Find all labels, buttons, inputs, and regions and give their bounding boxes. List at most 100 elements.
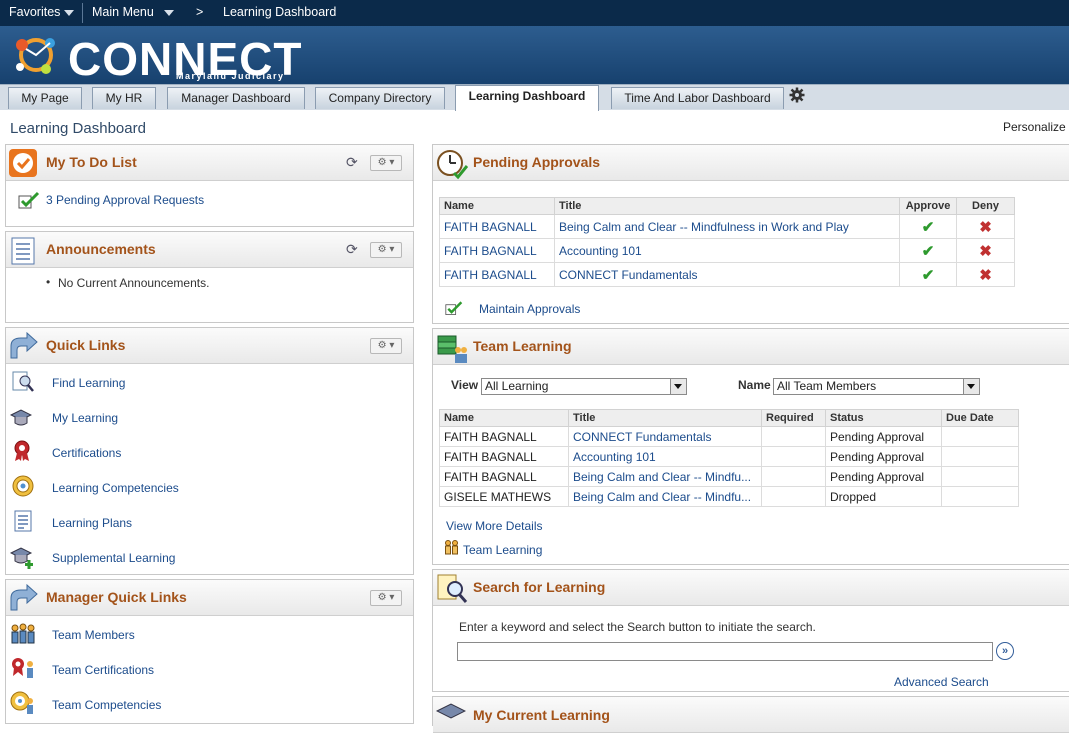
breadcrumb[interactable]: Learning Dashboard (223, 5, 336, 19)
employee-name: FAITH BAGNALL (439, 426, 569, 447)
table-row: FAITH BAGNALL Accounting 101 ✔ ✖ (439, 238, 1015, 263)
status-cell: Dropped (825, 486, 942, 507)
announcements-pagelet: Announcements ⟳ ⚙ ▾ • No Current Announc… (5, 231, 414, 323)
x-icon[interactable]: ✖ (956, 238, 1015, 263)
main-menu[interactable]: Main Menu (92, 5, 174, 19)
search-button[interactable]: » (996, 642, 1014, 660)
course-title-link[interactable]: CONNECT Fundamentals (554, 262, 900, 287)
status-cell: Pending Approval (825, 426, 942, 447)
tab-manager-dashboard[interactable]: Manager Dashboard (167, 87, 305, 109)
pagelet-options-button[interactable]: ⚙ ▾ (370, 590, 402, 606)
view-more-details-link[interactable]: View More Details (446, 519, 542, 533)
name-select[interactable]: All Team Members (773, 378, 980, 395)
pagelet-options-button[interactable]: ⚙ ▾ (370, 155, 402, 171)
search-hint-text: Enter a keyword and select the Search bu… (459, 620, 816, 634)
column-header: Name (439, 409, 569, 427)
team-competencies-link[interactable]: Team Competencies (52, 698, 161, 712)
my-learning-link[interactable]: My Learning (52, 411, 118, 425)
due-date-cell (941, 486, 1019, 507)
employee-name-link[interactable]: FAITH BAGNALL (439, 262, 555, 287)
personalize-link[interactable]: Personalize (1003, 120, 1066, 134)
table-row: GISELE MATHEWS Being Calm and Clear -- M… (439, 486, 1019, 507)
list-icon (11, 237, 35, 265)
employee-name: FAITH BAGNALL (439, 446, 569, 467)
tab-company-directory[interactable]: Company Directory (315, 87, 445, 109)
refresh-icon[interactable]: ⟳ (346, 241, 358, 258)
view-label: View (451, 378, 479, 392)
find-learning-link[interactable]: Find Learning (52, 376, 125, 390)
pagelet-title: Quick Links (46, 337, 126, 353)
tab-my-page[interactable]: My Page (8, 87, 82, 109)
required-cell (761, 426, 826, 447)
team-members-link[interactable]: Team Members (52, 628, 135, 642)
course-title-link[interactable]: Accounting 101 (568, 446, 762, 467)
search-input[interactable] (457, 642, 993, 661)
learning-competencies-link[interactable]: Learning Competencies (52, 481, 179, 495)
dropdown-arrow-icon[interactable] (670, 379, 686, 394)
view-select[interactable]: All Learning (481, 378, 687, 395)
pagelet-options-button[interactable]: ⚙ ▾ (370, 242, 402, 258)
course-title-link[interactable]: Accounting 101 (554, 238, 900, 263)
target-icon (12, 475, 34, 497)
pending-approvals-pagelet: Pending Approvals Name Title Approve Den… (432, 144, 1069, 324)
name-label: Name (738, 378, 771, 392)
checkmark-icon (445, 301, 463, 315)
column-header: Deny (956, 197, 1015, 215)
learning-plans-link[interactable]: Learning Plans (52, 516, 132, 530)
chevron-down-icon (64, 9, 75, 16)
pagelet-title: My Current Learning (473, 707, 610, 723)
refresh-icon[interactable]: ⟳ (346, 154, 358, 171)
employee-name-link[interactable]: FAITH BAGNALL (439, 214, 555, 239)
tab-my-hr[interactable]: My HR (92, 87, 156, 109)
page-title: Learning Dashboard (10, 120, 146, 137)
brand-subtitle: Maryland Judiciary (176, 71, 285, 81)
main-menu-label: Main Menu (92, 5, 154, 19)
column-header: Title (568, 409, 762, 427)
team-icon (11, 623, 35, 644)
employee-name-link[interactable]: FAITH BAGNALL (439, 238, 555, 263)
checkmark-icon[interactable]: ✔ (899, 214, 957, 239)
pagelet-options-button[interactable]: ⚙ ▾ (370, 338, 402, 354)
course-title-link[interactable]: CONNECT Fundamentals (568, 426, 762, 447)
tab-time-and-labor-dashboard[interactable]: Time And Labor Dashboard (611, 87, 784, 109)
breadcrumb-separator: > (196, 5, 204, 19)
team-learning-pagelet: Team Learning View All Learning Name All… (432, 328, 1069, 565)
pagelet-title: Announcements (46, 241, 156, 257)
pagelet-title: Pending Approvals (473, 154, 601, 170)
checkmark-icon[interactable]: ✔ (899, 238, 957, 263)
checkmark-icon[interactable]: ✔ (899, 262, 957, 287)
team-certifications-link[interactable]: Team Certifications (52, 663, 154, 677)
team-icon (445, 540, 458, 555)
course-title-link[interactable]: Being Calm and Clear -- Mindfulness in W… (554, 214, 900, 239)
favorites-menu[interactable]: Favorites (9, 5, 75, 19)
x-icon[interactable]: ✖ (956, 214, 1015, 239)
course-title-link[interactable]: Being Calm and Clear -- Mindfu... (568, 486, 762, 507)
x-icon[interactable]: ✖ (956, 262, 1015, 287)
arrow-icon (10, 584, 38, 611)
table-row: FAITH BAGNALL CONNECT Fundamentals ✔ ✖ (439, 262, 1015, 287)
maintain-approvals-link[interactable]: Maintain Approvals (479, 302, 580, 316)
course-title-link[interactable]: Being Calm and Clear -- Mindfu... (568, 466, 762, 487)
supplemental-learning-link[interactable]: Supplemental Learning (52, 551, 175, 565)
books-team-icon (437, 335, 467, 363)
gear-icon[interactable] (789, 87, 805, 103)
pending-approval-requests-link[interactable]: 3 Pending Approval Requests (46, 193, 204, 207)
team-certifications-icon (12, 658, 33, 678)
pagelet-title: My To Do List (46, 154, 137, 170)
chevron-down-icon (163, 9, 174, 16)
column-header: Title (554, 197, 900, 215)
certifications-link[interactable]: Certifications (52, 446, 121, 460)
advanced-search-link[interactable]: Advanced Search (894, 675, 989, 689)
quick-links-pagelet: Quick Links ⚙ ▾ Find Learning My Learnin… (5, 327, 414, 575)
due-date-cell (941, 466, 1019, 487)
employee-name: FAITH BAGNALL (439, 466, 569, 487)
dropdown-arrow-icon[interactable] (963, 379, 979, 394)
tab-learning-dashboard[interactable]: Learning Dashboard (455, 85, 599, 111)
current-learning-pagelet: My Current Learning (432, 696, 1069, 733)
team-learning-link[interactable]: Team Learning (463, 543, 542, 557)
table-row: FAITH BAGNALL Accounting 101 Pending App… (439, 446, 1019, 467)
checklist-icon (9, 149, 37, 177)
clock-icon (437, 150, 468, 180)
search-icon (437, 574, 468, 603)
bullet-icon: • (46, 275, 51, 289)
